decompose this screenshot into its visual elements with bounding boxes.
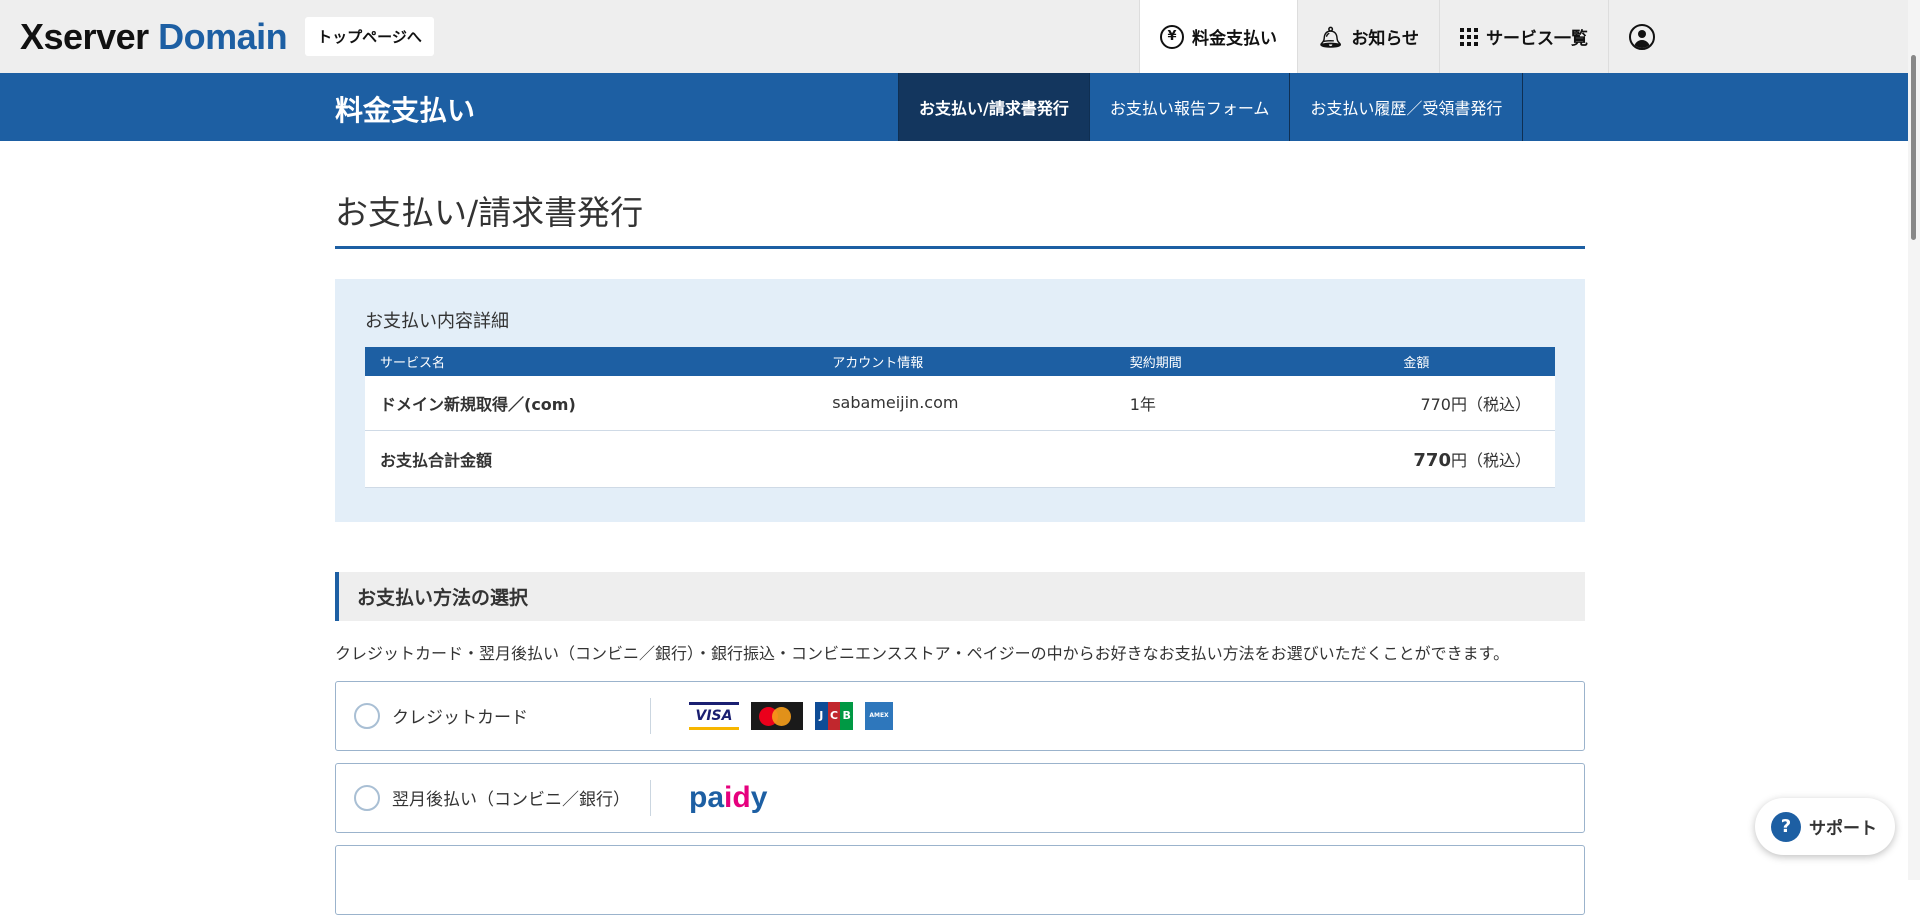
contract-period: 1年 <box>1114 376 1389 431</box>
total-amount: 770円（税込） <box>1388 430 1555 488</box>
tab-payment-invoice[interactable]: お支払い/請求書発行 <box>898 73 1090 141</box>
col-service: サービス名 <box>365 347 818 376</box>
main-content: お支払い/請求書発行 お支払い内容詳細 サービス名 アカウント情報 契約期間 金… <box>335 141 1585 915</box>
radio-deferred[interactable] <box>354 784 380 811</box>
paidy-logo: paidy <box>689 780 768 814</box>
payment-method-heading: お支払い方法の選択 <box>335 571 1585 621</box>
detail-label: お支払い内容詳細 <box>365 311 509 332</box>
col-account: アカウント情報 <box>817 347 1115 376</box>
nav-label: 料金支払い <box>1192 29 1277 49</box>
scrollbar[interactable] <box>1908 0 1920 880</box>
option-label: 翌月後払い（コンビニ／銀行） <box>392 790 630 810</box>
top-nav: ¥ 料金支払い 🔔︎ お知らせ サービス一覧 <box>1139 0 1675 73</box>
mastercard-logo <box>751 701 803 730</box>
total-label: お支払合計金額 <box>365 430 1389 488</box>
tab-payment-report[interactable]: お支払い報告フォーム <box>1090 73 1291 141</box>
option-credit-card[interactable]: クレジットカード VISA JCB AMEX <box>335 680 1585 751</box>
nav-label: サービス一覧 <box>1486 29 1589 49</box>
table-row: ドメイン新規取得／(com) sabameijin.com 1年 770円（税込… <box>365 376 1555 431</box>
payment-detail-table: サービス名 アカウント情報 契約期間 金額 ドメイン新規取得／(com) sab… <box>365 347 1555 488</box>
nav-payment[interactable]: ¥ 料金支払い <box>1139 0 1297 73</box>
grid-icon <box>1460 27 1479 46</box>
total-row: お支払合計金額 770円（税込） <box>365 430 1555 488</box>
support-button[interactable]: ? サポート <box>1755 798 1895 855</box>
option-deferred-payment[interactable]: 翌月後払い（コンビニ／銀行） paidy <box>335 762 1585 833</box>
service-name: ドメイン新規取得／(com) <box>365 376 818 431</box>
nav-account[interactable] <box>1608 0 1675 73</box>
user-icon <box>1629 23 1656 50</box>
tab-payment-history[interactable]: お支払い履歴／受領書発行 <box>1290 73 1524 141</box>
bell-icon: 🔔︎ <box>1318 24 1344 49</box>
amex-logo: AMEX <box>865 701 893 730</box>
radio-credit-card[interactable] <box>354 702 380 729</box>
question-icon: ? <box>1771 811 1801 842</box>
top-page-link[interactable]: トップページへ <box>305 17 434 56</box>
section-title: 料金支払い <box>335 94 476 127</box>
account-info: sabameijin.com <box>817 376 1115 431</box>
amount: 770円（税込） <box>1388 376 1555 431</box>
visa-logo: VISA <box>689 701 739 730</box>
page-title: お支払い/請求書発行 <box>335 186 1585 249</box>
jcb-logo: JCB <box>815 701 854 730</box>
yen-icon: ¥ <box>1160 24 1184 49</box>
col-amount: 金額 <box>1388 347 1555 376</box>
top-bar: Xserver Domain トップページへ ¥ 料金支払い 🔔︎ お知らせ サービ… <box>0 0 1920 73</box>
payment-method-description: クレジットカード・翌月後払い（コンビニ／銀行）・銀行振込・コンビニエンスストア・… <box>335 643 1510 663</box>
sub-bar: 料金支払い お支払い/請求書発行 お支払い報告フォーム お支払い履歴／受領書発行 <box>0 73 1920 141</box>
nav-label: お知らせ <box>1351 29 1420 49</box>
col-period: 契約期間 <box>1114 347 1389 376</box>
payment-detail-box: お支払い内容詳細 サービス名 アカウント情報 契約期間 金額 ドメイン新規取得／… <box>335 279 1585 522</box>
nav-services[interactable]: サービス一覧 <box>1439 0 1608 73</box>
nav-notices[interactable]: 🔔︎ お知らせ <box>1297 0 1439 73</box>
xserver-domain-logo[interactable]: Xserver Domain <box>20 16 288 58</box>
option-label: クレジットカード <box>392 708 528 728</box>
